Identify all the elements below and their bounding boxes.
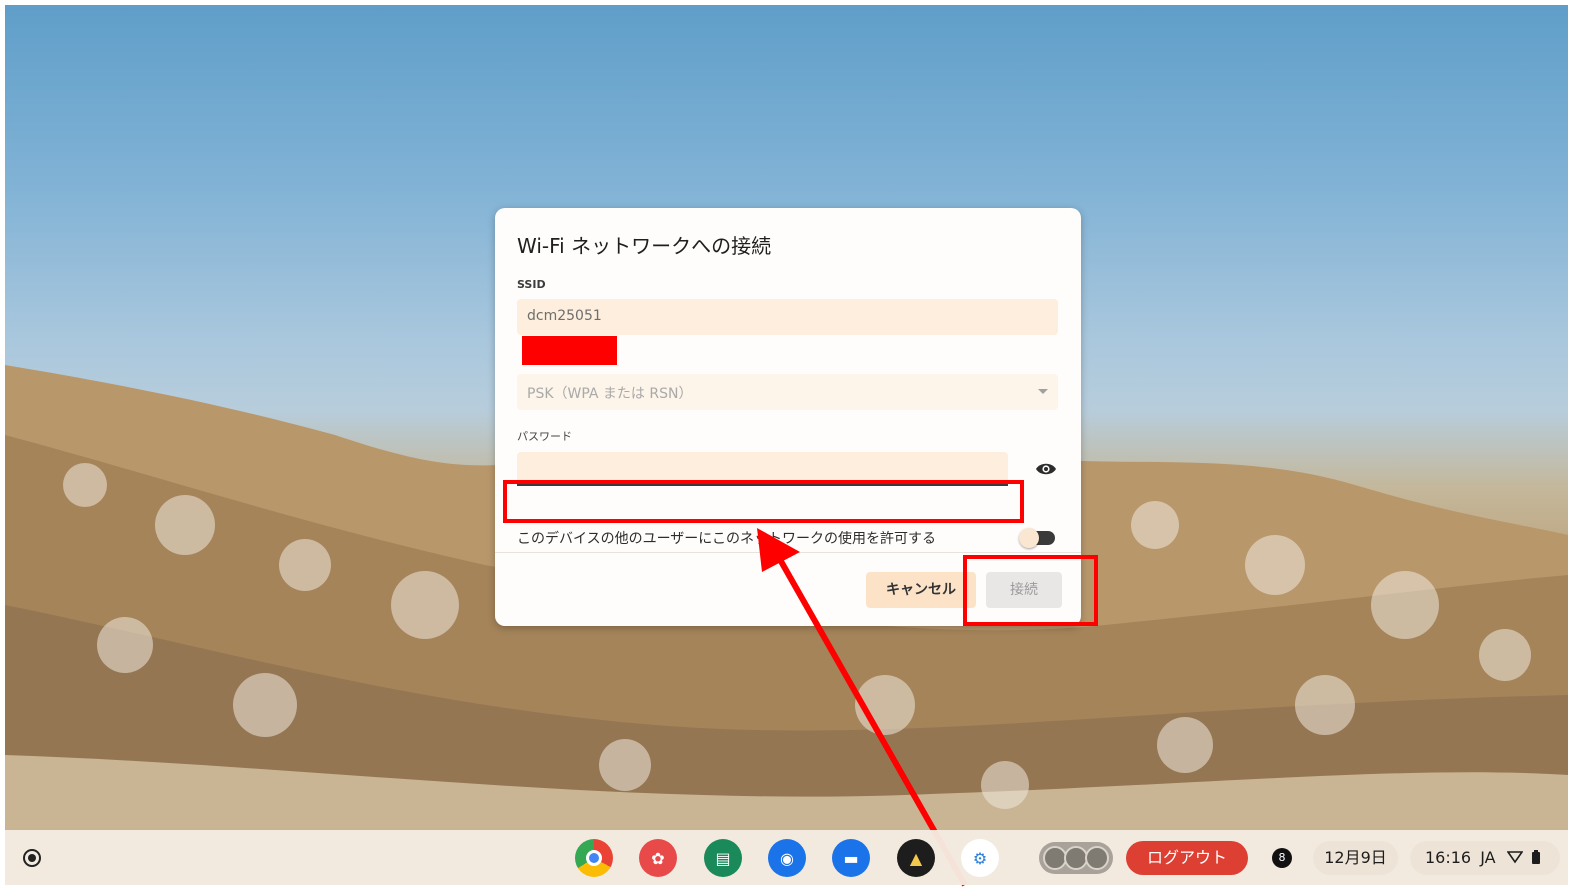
ssid-value: dcm25051 [527, 308, 602, 324]
chrome-icon[interactable] [575, 839, 613, 877]
user-avatars[interactable] [1039, 842, 1113, 874]
wifi-icon [1506, 851, 1524, 864]
ssid-label: SSID [517, 278, 546, 291]
shelf: ✿ ▤ ◉ ▬ ▲ ⚙ ログアウト 8 12月9日 16:16 JA [5, 830, 1568, 885]
cancel-button[interactable]: キャンセル [866, 572, 976, 608]
classroom-icon[interactable]: ▤ [704, 839, 742, 877]
battery-icon [1531, 850, 1540, 864]
clock-text: 16:16 [1425, 848, 1472, 867]
annotation-box-password [503, 480, 1024, 523]
canvas-icon[interactable]: ✿ [639, 839, 677, 877]
ime-indicator: JA [1480, 848, 1496, 867]
redaction-mark [522, 336, 617, 365]
security-select[interactable]: PSK（WPA または RSN） [517, 374, 1058, 410]
settings-icon[interactable]: ⚙ [961, 839, 999, 877]
launcher-icon[interactable] [23, 849, 41, 867]
dialog-title: Wi-Fi ネットワークへの接続 [517, 234, 772, 258]
avatar [1085, 846, 1109, 870]
notification-badge[interactable]: 8 [1272, 848, 1292, 868]
date-text: 12月9日 [1324, 848, 1387, 867]
camera-icon[interactable]: ◉ [768, 839, 806, 877]
chevron-down-icon [1038, 389, 1048, 394]
password-label: パスワード [517, 430, 572, 443]
ssid-field[interactable]: dcm25051 [517, 299, 1058, 335]
annotation-box-connect [963, 555, 1098, 626]
share-network-label: このデバイスの他のユーザーにこのネットワークの使用を許可する [517, 531, 937, 547]
date-pill[interactable]: 12月9日 [1313, 841, 1398, 875]
logout-button[interactable]: ログアウト [1126, 841, 1248, 875]
files-icon[interactable]: ▬ [832, 839, 870, 877]
security-value: PSK（WPA または RSN） [527, 386, 693, 402]
status-tray[interactable]: 16:16 JA [1410, 841, 1560, 875]
eye-icon[interactable] [1035, 462, 1057, 476]
toggle-knob [1019, 528, 1039, 548]
dialog-divider [495, 552, 1081, 553]
school-app-icon[interactable]: ▲ [897, 839, 935, 877]
